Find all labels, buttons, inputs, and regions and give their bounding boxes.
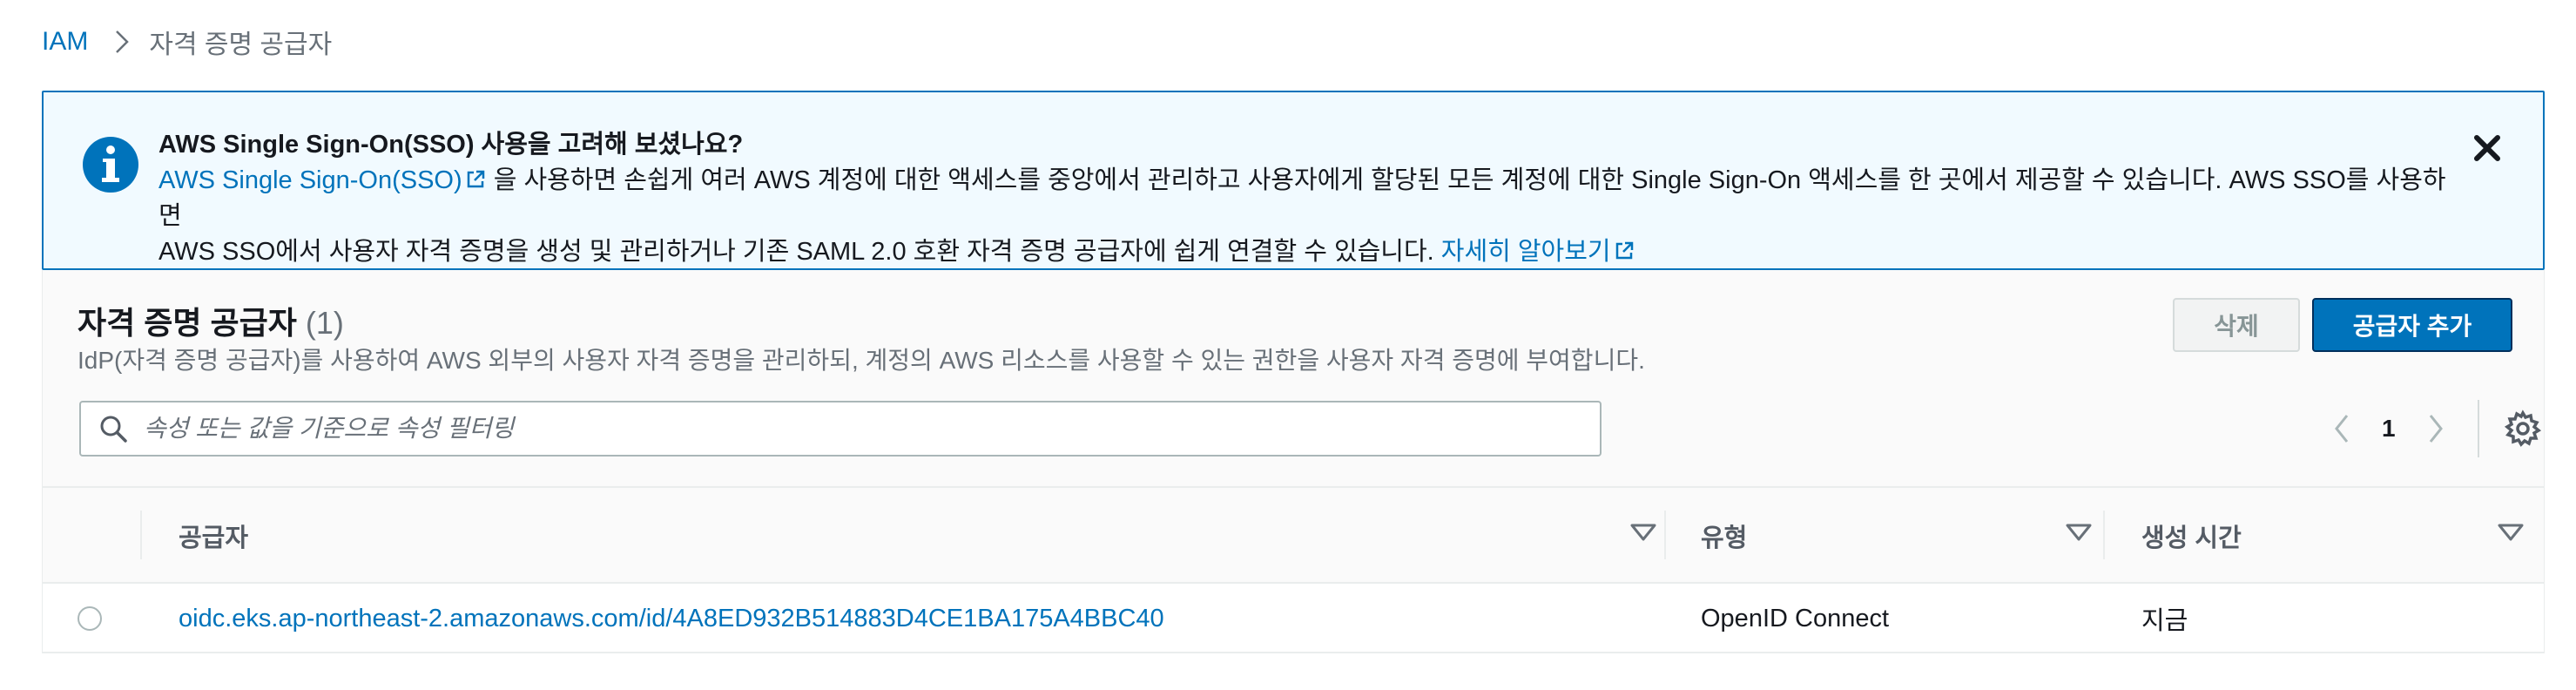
sort-down-icon[interactable] bbox=[1629, 523, 1657, 542]
banner-body-text2: AWS SSO에서 사용자 자격 증명을 생성 및 관리하거나 기존 SAML … bbox=[158, 238, 1441, 266]
sort-down-icon[interactable] bbox=[2065, 523, 2093, 542]
search-icon bbox=[100, 416, 127, 443]
table-header: 공급자 유형 생성 시간 bbox=[43, 486, 2544, 584]
delete-button[interactable]: 삭제 bbox=[2173, 298, 2300, 352]
column-header-provider[interactable]: 공급자 bbox=[179, 488, 1678, 584]
sso-link-label: AWS Single Sign-On(SSO) bbox=[158, 166, 462, 194]
sso-link[interactable]: AWS Single Sign-On(SSO) bbox=[158, 166, 487, 194]
chevron-right-icon bbox=[2429, 415, 2443, 443]
add-provider-button[interactable]: 공급자 추가 bbox=[2312, 298, 2512, 352]
provider-cell: oidc.eks.ap-northeast-2.amazonaws.com/id… bbox=[179, 584, 1164, 653]
banner-body-text1: 을 사용하면 손쉽게 여러 AWS 계정에 대한 액세스를 중앙에서 관리하고 … bbox=[158, 166, 2446, 230]
column-label: 생성 시간 bbox=[2141, 524, 2242, 552]
close-icon[interactable] bbox=[2470, 131, 2505, 166]
section-description: IdP(자격 증명 공급자)를 사용하여 AWS 외부의 사용자 자격 증명을 … bbox=[78, 347, 1645, 374]
column-label: 유형 bbox=[1701, 524, 1748, 552]
external-link-icon bbox=[467, 170, 484, 188]
banner-body-line2: AWS SSO에서 사용자 자격 증명을 생성 및 관리하거나 기존 SAML … bbox=[158, 234, 2458, 270]
pager-divider bbox=[2477, 400, 2479, 457]
breadcrumb-iam-link[interactable]: IAM bbox=[42, 27, 88, 57]
provider-count: (1) bbox=[305, 305, 344, 341]
learn-more-label: 자세히 알아보기 bbox=[1440, 238, 1611, 266]
chevron-left-icon bbox=[2335, 415, 2349, 443]
current-page[interactable]: 1 bbox=[2382, 415, 2396, 443]
section-title-text: 자격 증명 공급자 bbox=[78, 305, 297, 341]
column-label: 공급자 bbox=[179, 524, 249, 552]
next-page-button[interactable] bbox=[2418, 411, 2453, 446]
column-divider bbox=[140, 511, 142, 559]
column-divider bbox=[1664, 511, 1666, 559]
identity-providers-panel: 자격 증명 공급자 (1) IdP(자격 증명 공급자)를 사용하여 AWS 외… bbox=[42, 270, 2545, 653]
gear-icon[interactable] bbox=[2504, 409, 2542, 448]
column-header-type[interactable]: 유형 bbox=[1701, 488, 2114, 584]
provider-link[interactable]: oidc.eks.ap-northeast-2.amazonaws.com/id… bbox=[179, 605, 1164, 633]
pagination: 1 bbox=[2324, 400, 2542, 457]
breadcrumb: IAM 자격 증명 공급자 bbox=[42, 23, 332, 61]
banner-title: AWS Single Sign-On(SSO) 사용을 고려해 보셨나요? bbox=[158, 131, 744, 159]
sort-down-icon[interactable] bbox=[2497, 523, 2525, 542]
column-header-created[interactable]: 생성 시간 bbox=[2141, 488, 2546, 584]
created-cell: 지금 bbox=[2141, 607, 2188, 635]
banner-body-line1: AWS Single Sign-On(SSO) 을 사용하면 손쉽게 여러 AW… bbox=[158, 163, 2458, 234]
page-title: 자격 증명 공급자 (1) bbox=[78, 298, 344, 343]
chevron-right-icon bbox=[114, 29, 130, 55]
search-input[interactable] bbox=[142, 404, 1600, 453]
external-link-icon bbox=[1615, 241, 1633, 260]
panel-header: 자격 증명 공급자 (1) IdP(자격 증명 공급자)를 사용하여 AWS 외… bbox=[43, 270, 2544, 486]
type-cell: OpenID Connect bbox=[1701, 604, 1890, 632]
table-row[interactable]: oidc.eks.ap-northeast-2.amazonaws.com/id… bbox=[43, 584, 2544, 653]
search-field bbox=[79, 401, 1602, 457]
info-icon bbox=[83, 137, 138, 193]
sso-info-banner: AWS Single Sign-On(SSO) 사용을 고려해 보셨나요? AW… bbox=[42, 91, 2545, 270]
learn-more-link[interactable]: 자세히 알아보기 bbox=[1441, 238, 1635, 266]
prev-page-button[interactable] bbox=[2324, 411, 2359, 446]
banner-text: AWS Single Sign-On(SSO) 사용을 고려해 보셨나요? AW… bbox=[158, 127, 2458, 270]
breadcrumb-current: 자격 증명 공급자 bbox=[149, 30, 333, 59]
row-radio-button[interactable] bbox=[78, 606, 102, 631]
column-divider bbox=[2103, 511, 2105, 559]
row-select bbox=[78, 584, 102, 653]
